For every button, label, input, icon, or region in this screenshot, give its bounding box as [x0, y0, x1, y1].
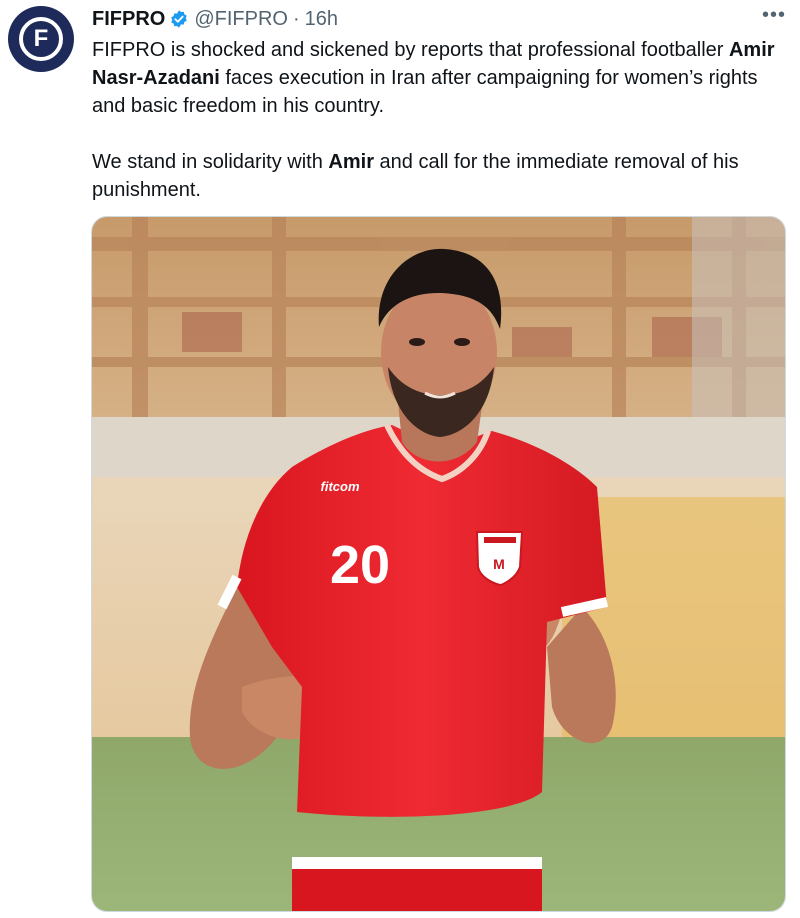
separator-dot: ·: [292, 7, 300, 30]
account-name[interactable]: FIFPRO: [92, 8, 165, 31]
tweet-header: FIFPRO @FIFPRO · 16h: [92, 6, 338, 32]
account-handle[interactable]: @FIFPRO: [194, 8, 288, 31]
shirt-brand: fitcom: [321, 479, 360, 494]
tweet-photo[interactable]: M 20 fitcom: [91, 216, 786, 912]
tweet-paragraph-2: We stand in solidarity with Amir and cal…: [92, 148, 782, 204]
avatar-letter: F: [33, 25, 49, 52]
more-options-icon[interactable]: •••: [762, 4, 786, 27]
timestamp[interactable]: 16h: [305, 8, 338, 31]
shirt-number: 20: [330, 535, 390, 595]
player-first-name: Amir: [328, 151, 374, 173]
fifpro-logo-icon: F: [19, 17, 63, 61]
tweet-text: FIFPRO is shocked and sickened by report…: [92, 36, 782, 204]
text-span: FIFPRO is shocked and sickened by report…: [92, 39, 729, 61]
player-photo: M 20 fitcom: [92, 217, 785, 911]
tweet-paragraph-1: FIFPRO is shocked and sickened by report…: [92, 36, 782, 120]
svg-text:M: M: [493, 556, 505, 572]
text-span: We stand in solidarity with: [92, 151, 329, 173]
avatar[interactable]: F: [8, 6, 74, 72]
verified-badge-icon: [171, 10, 188, 28]
tweet[interactable]: F FIFPRO @FIFPRO · 16h ••• FIFPRO is sho…: [0, 0, 800, 918]
